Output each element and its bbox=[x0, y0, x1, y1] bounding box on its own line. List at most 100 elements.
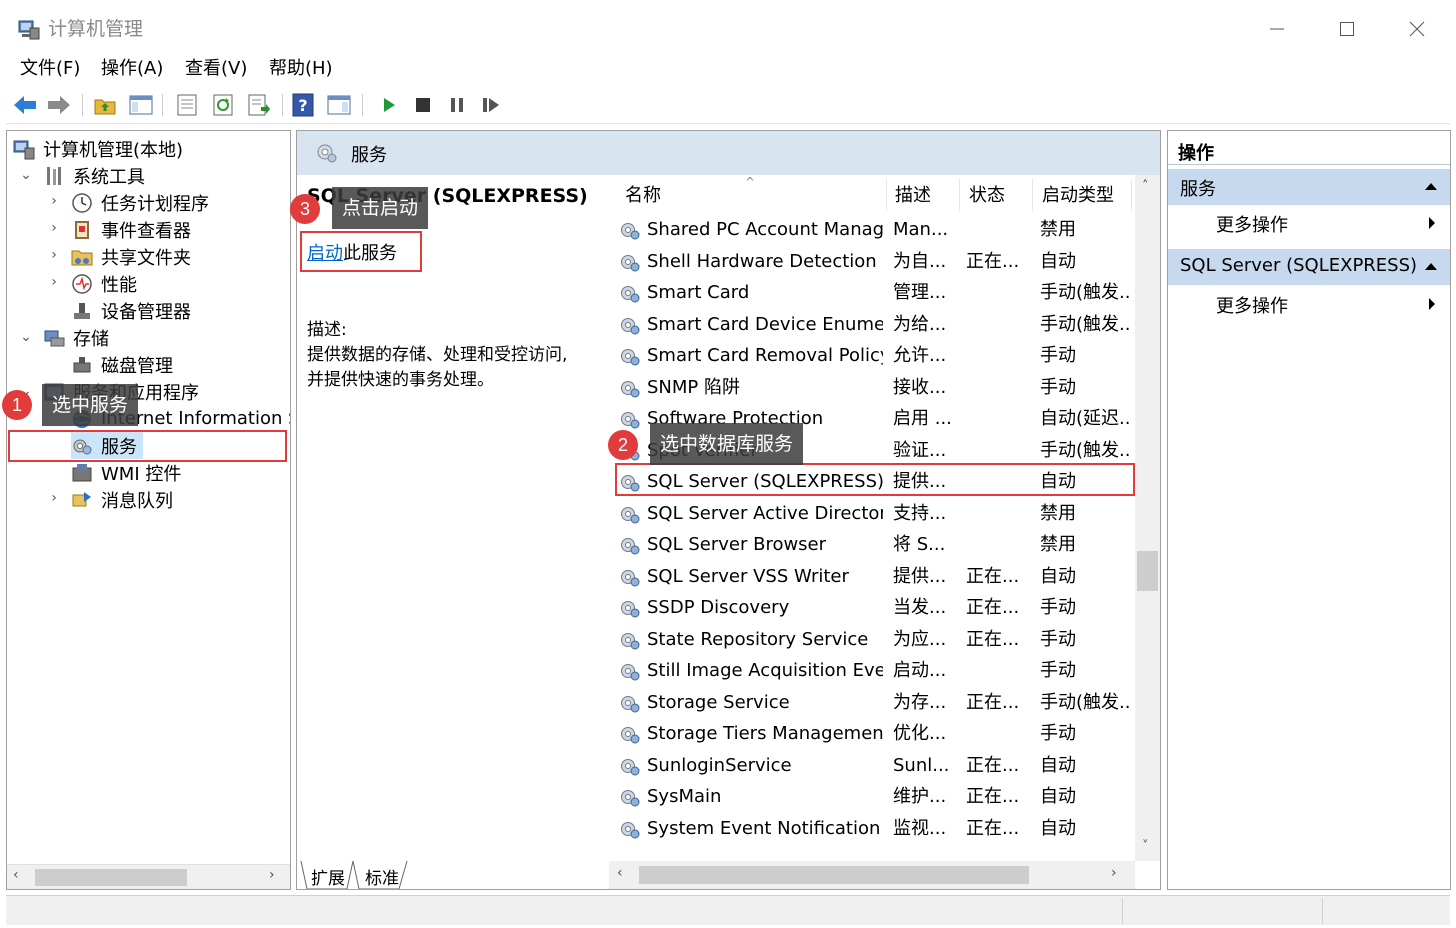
menu-file[interactable]: 文件(F) bbox=[20, 56, 80, 82]
export-list-button[interactable] bbox=[246, 92, 272, 118]
menu-help[interactable]: 帮助(H) bbox=[269, 56, 333, 82]
tree-node-disk-management[interactable]: 磁盘管理 bbox=[71, 351, 173, 378]
minimize-button[interactable] bbox=[1242, 6, 1312, 52]
actions-more-2[interactable]: 更多操作 bbox=[1168, 288, 1450, 320]
service-row[interactable]: Smart Card 管理... 手动(触发... bbox=[609, 278, 1132, 309]
tree-node-device-manager[interactable]: 设备管理器 bbox=[71, 297, 191, 324]
column-header-status[interactable]: 状态 bbox=[969, 183, 1005, 209]
actions-more-1[interactable]: 更多操作 bbox=[1168, 207, 1450, 239]
expand-chevron-icon[interactable]: › bbox=[47, 274, 61, 290]
service-gear-icon bbox=[621, 821, 640, 838]
service-row[interactable]: State Repository Service 为应... 正在... 手动 bbox=[609, 625, 1129, 656]
scroll-right-arrow-icon[interactable]: › bbox=[1111, 865, 1117, 881]
scroll-left-arrow-icon[interactable]: ‹ bbox=[617, 865, 623, 881]
annotation-badge-3: 3 bbox=[290, 194, 320, 224]
service-row[interactable]: SNMP 陷阱 接收... 手动 bbox=[609, 373, 1129, 404]
menu-action[interactable]: 操作(A) bbox=[101, 56, 163, 82]
scroll-down-arrow-icon[interactable]: ˅ bbox=[1142, 839, 1149, 854]
column-header-name[interactable]: 名称 bbox=[625, 183, 661, 209]
service-row[interactable]: SQL Server Browser 将 S... 禁用 bbox=[609, 530, 1129, 561]
tree-node-storage[interactable]: 存储 bbox=[43, 324, 109, 351]
service-row[interactable]: Smart Card Device Enumer... 为给... 手动(触发... bbox=[609, 310, 1132, 341]
close-button[interactable] bbox=[1382, 6, 1452, 52]
list-vertical-scrollbar[interactable]: ˄ ˅ bbox=[1135, 175, 1160, 861]
clock-icon bbox=[72, 192, 92, 213]
annotation-callout-2: 选中数据库服务 bbox=[650, 423, 804, 465]
expand-chevron-icon[interactable]: › bbox=[47, 247, 61, 263]
list-hscroll-thumb[interactable] bbox=[639, 866, 1029, 884]
service-row[interactable]: SSDP Discovery 当发... 正在... 手动 bbox=[609, 593, 1129, 624]
list-horizontal-scrollbar[interactable]: ‹ › bbox=[609, 861, 1135, 889]
start-service-button[interactable] bbox=[376, 92, 402, 118]
tree-node-wmi[interactable]: WMI 控件 bbox=[71, 459, 181, 486]
service-description: 提供... bbox=[893, 565, 947, 587]
scroll-left-arrow-icon[interactable]: ‹ bbox=[13, 867, 19, 883]
refresh-button[interactable] bbox=[210, 92, 236, 118]
scroll-up-arrow-icon[interactable]: ˄ bbox=[1142, 179, 1149, 194]
actions-section-services[interactable]: 服务 bbox=[1168, 169, 1450, 205]
collapse-chevron-icon[interactable]: ⌄ bbox=[19, 329, 33, 345]
service-row[interactable]: Shared PC Account Manager Man... 禁用 bbox=[609, 215, 1129, 246]
show-hide-tree-button[interactable] bbox=[128, 92, 154, 118]
help-icon: ? bbox=[292, 93, 314, 117]
service-startup-type: 手动 bbox=[1040, 660, 1076, 681]
service-row[interactable]: SQL Server Active Director... 支持... 禁用 bbox=[609, 499, 1129, 530]
stop-service-button[interactable] bbox=[410, 92, 436, 118]
service-row[interactable]: Storage Service 为存... 正在... 手动(触发... bbox=[609, 688, 1132, 719]
tree-node-message-queue[interactable]: 消息队列 bbox=[71, 486, 173, 513]
tree-node-event-viewer[interactable]: 事件查看器 bbox=[71, 216, 191, 243]
back-button[interactable] bbox=[12, 92, 38, 118]
up-folder-button[interactable] bbox=[92, 92, 118, 118]
show-hide-action-pane-button[interactable] bbox=[326, 92, 352, 118]
service-startup-type: 手动(触发... bbox=[1040, 282, 1132, 303]
column-header-startup[interactable]: 启动类型 bbox=[1042, 183, 1114, 209]
properties-button[interactable] bbox=[174, 92, 200, 118]
forward-button[interactable] bbox=[46, 92, 72, 118]
service-row[interactable]: Storage Tiers Management 优化... 手动 bbox=[609, 719, 1129, 750]
message-queue-icon bbox=[72, 491, 91, 506]
tree-node-shared-folders[interactable]: 共享文件夹 bbox=[71, 243, 191, 270]
computer-management-icon bbox=[18, 20, 40, 40]
up-folder-icon bbox=[94, 99, 116, 115]
collapse-chevron-icon[interactable]: ⌄ bbox=[19, 167, 33, 183]
service-row[interactable]: SysMain 维护... 正在... 自动 bbox=[609, 782, 1129, 813]
service-row[interactable]: System Event Notification ... 监视... 正在... 自… bbox=[609, 814, 1129, 845]
service-row[interactable]: SunloginService Sunl... 正在... 自动 bbox=[609, 751, 1129, 782]
service-startup-type: 手动 bbox=[1040, 597, 1076, 618]
back-arrow-icon bbox=[14, 96, 36, 114]
list-vscroll-thumb[interactable] bbox=[1137, 551, 1158, 591]
actions-section-sqlserver[interactable]: SQL Server (SQLEXPRESS) bbox=[1168, 249, 1450, 285]
pause-service-button[interactable] bbox=[444, 92, 470, 118]
service-row[interactable]: Smart Card Removal Policy 允许... 手动 bbox=[609, 341, 1129, 372]
help-button[interactable]: ? bbox=[290, 92, 316, 118]
tab-standard[interactable]: 标准 bbox=[365, 864, 399, 889]
services-header-title: 服务 bbox=[351, 145, 387, 166]
service-status: 正在... bbox=[966, 754, 1020, 776]
expand-chevron-icon[interactable]: › bbox=[47, 490, 61, 506]
service-row[interactable]: Shell Hardware Detection 为自... 正在... 自动 bbox=[609, 247, 1129, 278]
tree-scroll-thumb[interactable] bbox=[35, 869, 187, 886]
scroll-right-arrow-icon[interactable]: › bbox=[269, 867, 275, 883]
console-tree: 计算机管理(本地) ⌄ 系统工具 › 任务计划程序 › 事件查看器 › 共享文件… bbox=[6, 130, 291, 890]
tree-node-root[interactable]: 计算机管理(本地) bbox=[13, 135, 183, 162]
menu-view[interactable]: 查看(V) bbox=[185, 56, 247, 82]
service-row[interactable]: SQL Server VSS Writer 提供... 正在... 自动 bbox=[609, 562, 1129, 593]
description-line-2: 并提供快速的事务处理。 bbox=[307, 370, 494, 390]
tree-node-performance[interactable]: 性能 bbox=[71, 270, 137, 297]
services-list: 名称 ^ 描述 状态 启动类型 Shared PC Account Manage… bbox=[609, 175, 1160, 861]
service-name: Shared PC Account Manager bbox=[647, 219, 883, 240]
service-startup-type: 自动 bbox=[1040, 250, 1076, 272]
service-name: SNMP 陷阱 bbox=[647, 376, 740, 398]
maximize-button[interactable] bbox=[1312, 6, 1382, 52]
tree-node-system-tools[interactable]: 系统工具 bbox=[43, 162, 145, 189]
tree-node-task-scheduler[interactable]: 任务计划程序 bbox=[71, 189, 209, 216]
expand-chevron-icon[interactable]: › bbox=[47, 220, 61, 236]
restart-service-button[interactable] bbox=[478, 92, 504, 118]
service-row[interactable]: Still Image Acquisition Eve... 启动... 手动 bbox=[609, 656, 1129, 687]
service-description: 优化... bbox=[893, 723, 947, 744]
tree-horizontal-scrollbar[interactable]: ‹ › bbox=[7, 864, 290, 889]
column-header-desc[interactable]: 描述 bbox=[895, 183, 931, 209]
expand-chevron-icon[interactable]: › bbox=[47, 193, 61, 209]
tab-extended[interactable]: 扩展 bbox=[311, 864, 345, 889]
restart-service-icon bbox=[483, 98, 499, 112]
